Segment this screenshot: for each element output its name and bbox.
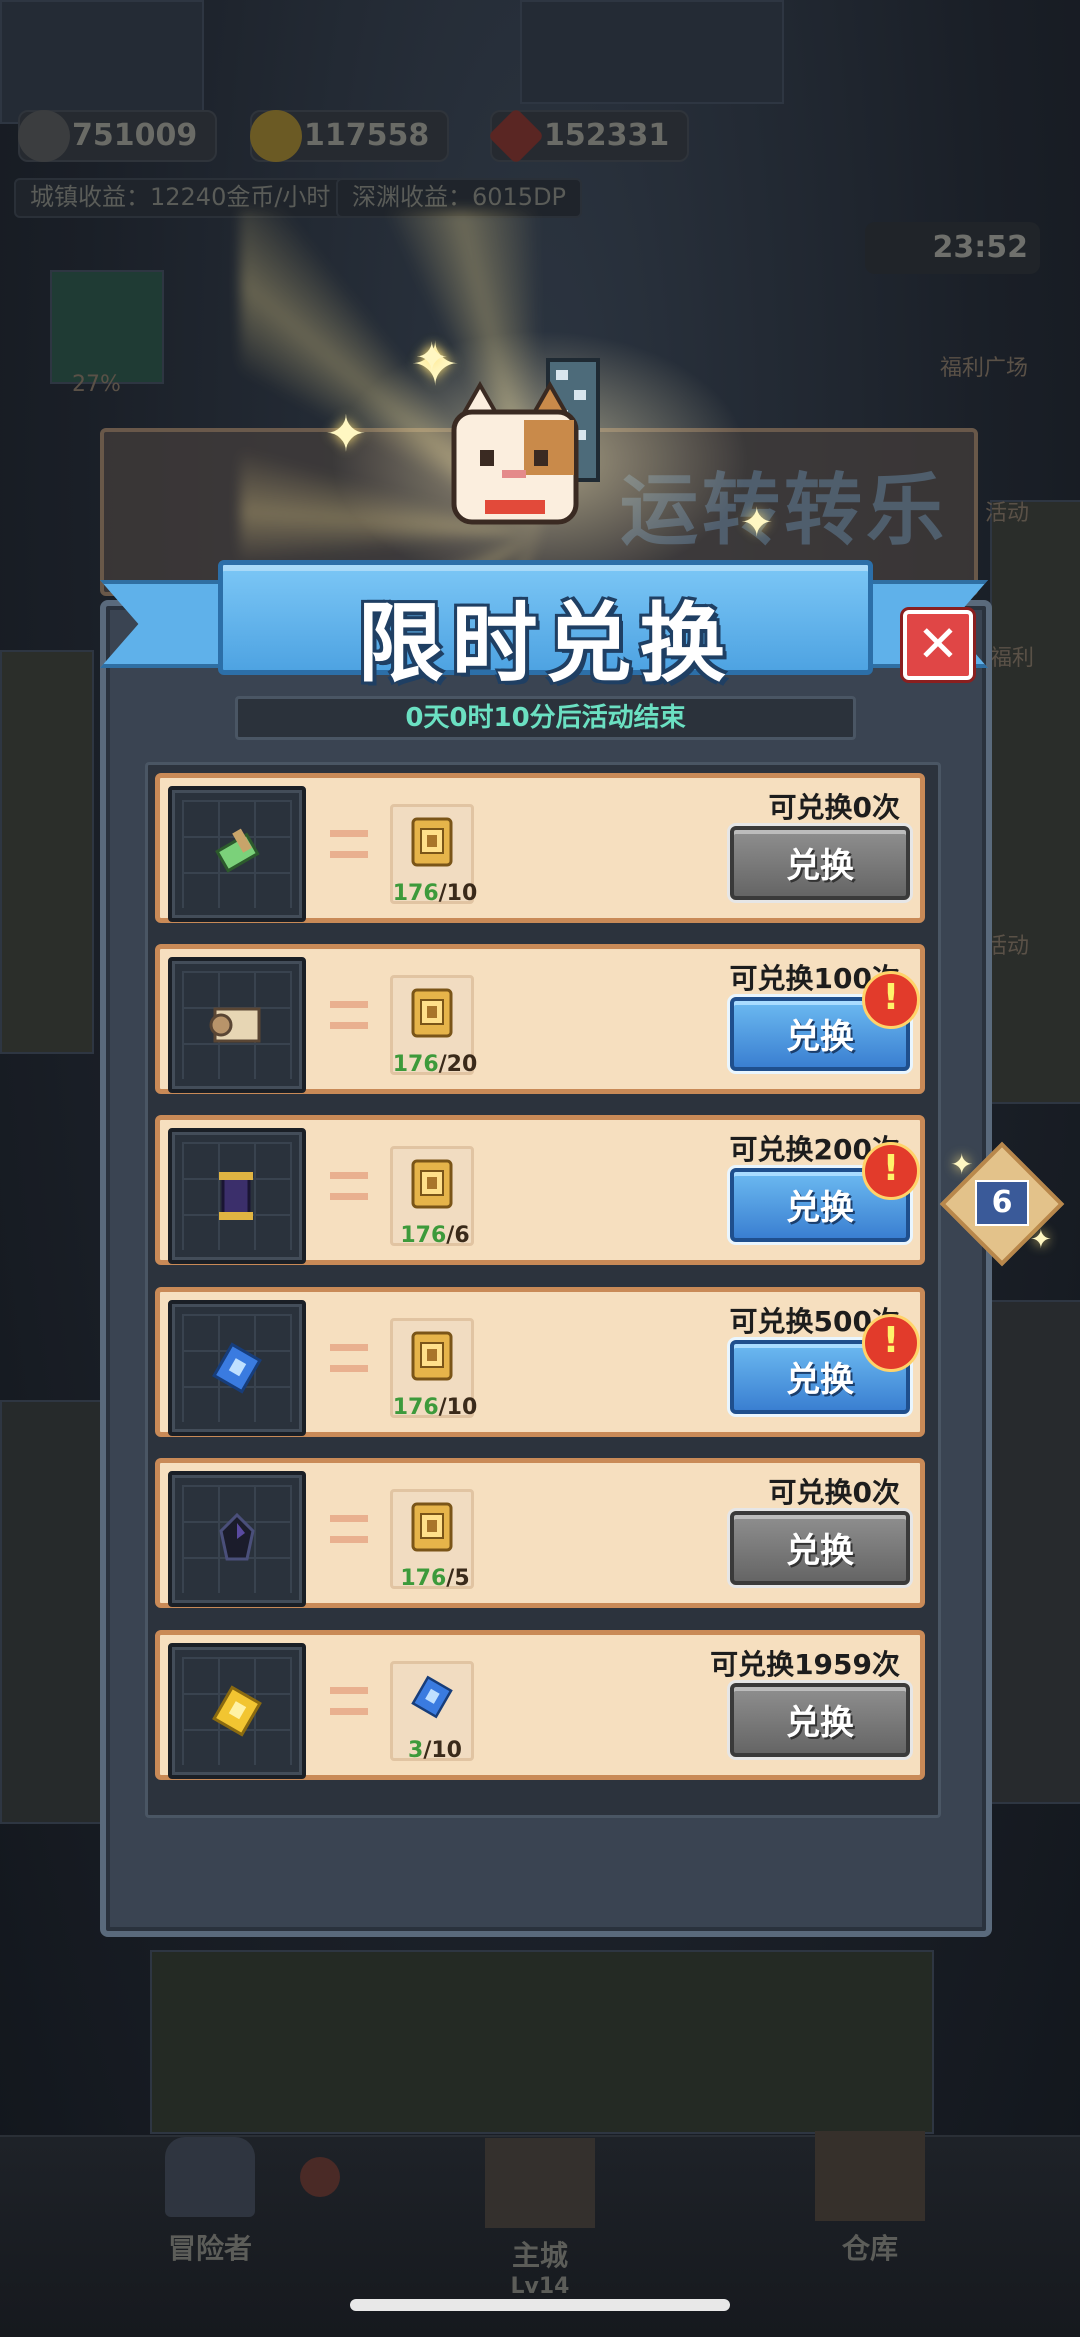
cost-amount: 176/6	[400, 1223, 470, 1248]
nav-main-city[interactable]: 主城 Lv14	[440, 2138, 640, 2299]
castle-icon	[485, 2138, 595, 2228]
parchment-scroll-icon	[207, 995, 267, 1055]
exchange-row: 3/10 可兑换1959次 兑换	[155, 1630, 925, 1780]
cost-amount: 176/5	[400, 1566, 470, 1591]
lucky-cat-icon	[451, 358, 600, 525]
nav-alert-icon	[300, 2157, 340, 2197]
exchange-row: 176/20 可兑换100次 兑换 !	[155, 944, 925, 1094]
resource-bar: 751009 117558 152331 23:52	[0, 107, 1080, 274]
alert-badge-icon: !	[862, 971, 920, 1029]
stat-counter: 751009	[18, 110, 218, 162]
equals-sign	[330, 1172, 368, 1200]
nav-adventurer[interactable]: 冒险者	[110, 2137, 310, 2267]
exchange-row: 176/6 可兑换200次 兑换 !	[155, 1115, 925, 1265]
cost-amount: 176/10	[392, 1395, 478, 1420]
alert-badge-icon: !	[862, 1314, 920, 1372]
bottom-navigation: 冒险者 主城 Lv14 仓库	[0, 2131, 1080, 2337]
reward-item-slot[interactable]	[168, 1471, 306, 1607]
blue-ticket-icon	[407, 1672, 457, 1726]
exchange-quota: 可兑换1959次	[710, 1648, 900, 1681]
gold-ticket-icon	[407, 1157, 457, 1211]
purple-scroll-icon	[207, 1166, 267, 1226]
alert-badge-icon: !	[862, 1142, 920, 1200]
reward-item-slot[interactable]	[168, 957, 306, 1093]
equals-sign	[330, 1687, 368, 1715]
exchange-row: 176/10 可兑换500次 兑换 !	[155, 1287, 925, 1437]
side-label-event[interactable]: 活动	[985, 495, 1029, 527]
dialog-banner: 限时兑换	[218, 560, 873, 694]
close-button[interactable]: ✕	[903, 610, 973, 680]
exchange-button[interactable]: 兑换	[730, 826, 910, 900]
cost-item-slot: 176/10	[390, 1318, 477, 1420]
sparkle-icon: ✦	[325, 405, 367, 463]
gold-ticket-icon	[407, 1500, 457, 1554]
cost-item-slot: 3/10	[390, 1661, 474, 1763]
reward-item-slot[interactable]	[168, 1643, 306, 1779]
equals-sign	[330, 1001, 368, 1029]
cost-item-slot: 176/5	[390, 1489, 474, 1591]
nav-warehouse[interactable]: 仓库	[770, 2131, 970, 2267]
equals-sign	[330, 830, 368, 858]
exchange-button[interactable]: 兑换	[730, 1511, 910, 1585]
cost-amount: 176/10	[392, 881, 478, 906]
close-icon: ✕	[917, 615, 959, 673]
gold-coin-icon	[250, 110, 302, 162]
exchange-quota: 可兑换0次	[768, 791, 900, 824]
yellow-ticket-icon	[207, 1681, 267, 1741]
sparkle-icon: ✦	[740, 500, 774, 546]
blue-ticket-icon	[207, 1338, 267, 1398]
green-scroll-icon	[207, 824, 267, 884]
gold-ticket-icon	[407, 986, 457, 1040]
cost-item-slot: 176/6	[390, 1146, 474, 1248]
gold-ticket-icon	[407, 1329, 457, 1383]
gold-counter: 117558	[250, 110, 450, 162]
sparkle-icon: ✦	[1030, 1225, 1052, 1255]
cost-amount: 176/20	[392, 1052, 478, 1077]
equals-sign	[330, 1515, 368, 1543]
progress-percent: 27%	[72, 372, 121, 397]
side-label-welfare[interactable]: 福利	[990, 640, 1034, 672]
gold-ticket-icon	[407, 815, 457, 869]
exchange-row: 176/5 可兑换0次 兑换	[155, 1458, 925, 1608]
exchange-quota: 可兑换0次	[768, 1476, 900, 1509]
quill-icon	[18, 110, 70, 162]
sparkle-icon: ✦	[950, 1148, 974, 1181]
floating-badge-count: 6	[975, 1180, 1029, 1226]
side-label-welfare-plaza[interactable]: 福利广场	[940, 350, 1028, 382]
clock: 23:52	[865, 222, 1040, 274]
reward-item-slot[interactable]	[168, 786, 306, 922]
cost-amount: 3/10	[408, 1738, 462, 1763]
reward-item-slot[interactable]	[168, 1128, 306, 1264]
equals-sign	[330, 1344, 368, 1372]
warehouse-icon	[815, 2131, 925, 2221]
reward-item-slot[interactable]	[168, 1300, 306, 1436]
dark-crystal-icon	[207, 1509, 267, 1569]
cost-item-slot: 176/10	[390, 804, 477, 906]
exchange-row: 176/10 可兑换0次 兑换	[155, 773, 925, 923]
helmet-icon	[165, 2137, 255, 2217]
home-indicator[interactable]	[350, 2299, 730, 2311]
dialog-title: 限时兑换	[357, 594, 734, 694]
cost-item-slot: 176/20	[390, 975, 477, 1077]
event-countdown: 0天0时10分后活动结束	[235, 696, 856, 740]
gem-counter: 152331	[487, 107, 690, 165]
exchange-button[interactable]: 兑换	[730, 1683, 910, 1757]
